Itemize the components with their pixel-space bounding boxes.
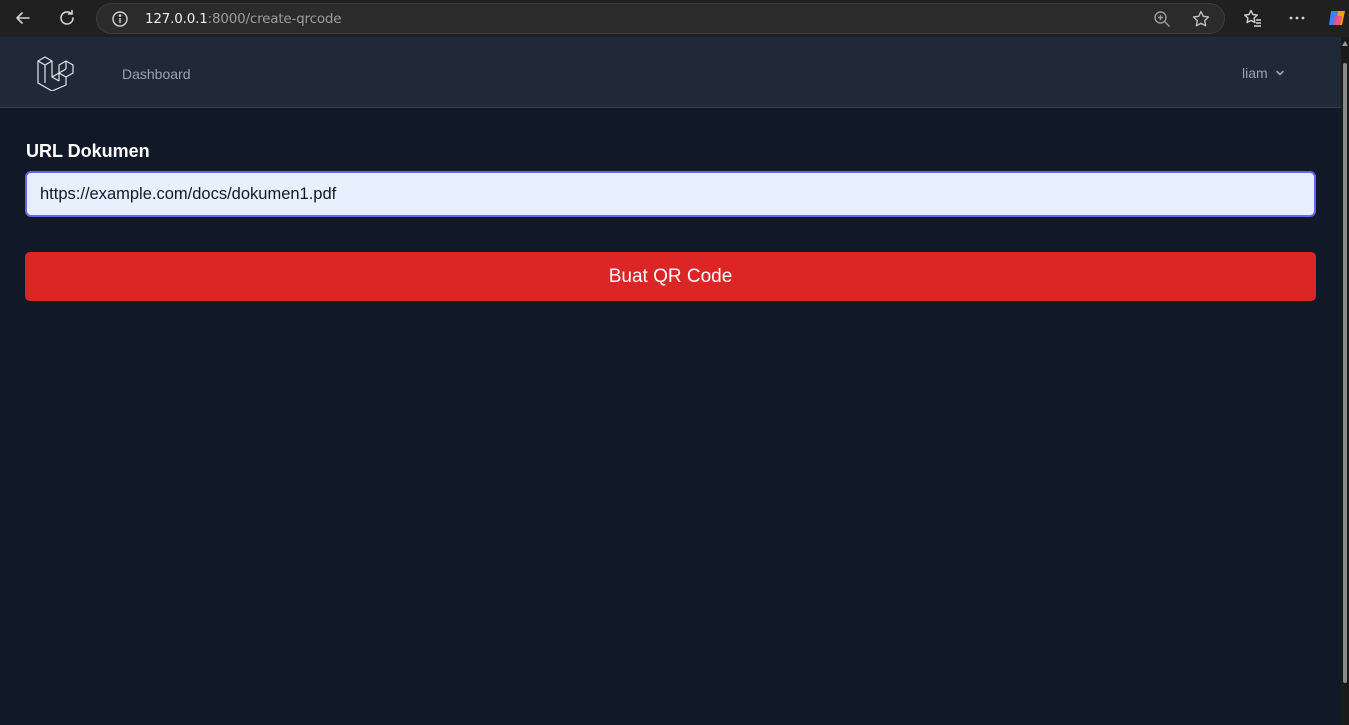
browser-toolbar: 127.0.0.1:8000/create-qrcode [0, 0, 1349, 37]
url-dokumen-label: URL Dokumen [26, 141, 150, 161]
copilot-icon[interactable] [1327, 7, 1349, 29]
url-text[interactable]: 127.0.0.1:8000/create-qrcode [145, 11, 342, 27]
user-name: liam [1242, 65, 1268, 81]
reload-button[interactable] [52, 3, 82, 33]
main-content: URL Dokumen Buat QR Code [0, 108, 1341, 725]
back-button[interactable] [8, 3, 38, 33]
url-dokumen-input[interactable] [25, 171, 1316, 217]
url-path: :8000/create-qrcode [207, 11, 342, 27]
nav-link-dashboard[interactable]: Dashboard [122, 66, 191, 82]
app-navbar: Dashboard liam [0, 37, 1341, 108]
page-scrollbar[interactable] [1341, 37, 1349, 725]
url-host: 127.0.0.1 [145, 11, 208, 27]
favorites-icon[interactable] [1243, 8, 1263, 28]
scroll-up-icon[interactable] [1342, 41, 1348, 46]
user-menu-trigger[interactable]: liam [1242, 65, 1286, 81]
scrollbar-thumb[interactable] [1343, 63, 1347, 683]
reload-icon [60, 9, 74, 25]
zoom-icon[interactable] [1152, 9, 1172, 29]
arrow-left-icon [16, 12, 30, 24]
address-bar[interactable]: 127.0.0.1:8000/create-qrcode [96, 3, 1225, 34]
star-icon[interactable] [1191, 9, 1211, 29]
laravel-logo-icon[interactable] [35, 55, 75, 91]
more-icon[interactable] [1287, 8, 1307, 28]
chevron-down-icon [1275, 70, 1284, 76]
info-icon[interactable] [111, 10, 129, 28]
create-qrcode-button[interactable]: Buat QR Code [25, 252, 1316, 301]
